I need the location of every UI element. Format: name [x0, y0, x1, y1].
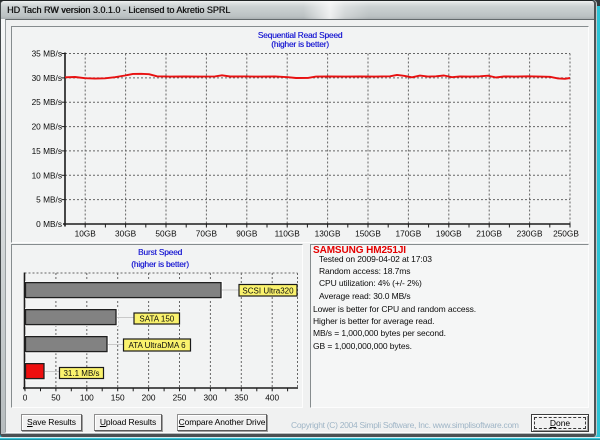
svg-text:50: 50	[51, 393, 61, 403]
svg-text:230GB: 230GB	[517, 229, 543, 239]
svg-text:170GB: 170GB	[395, 229, 421, 239]
svg-text:0: 0	[23, 393, 28, 403]
svg-text:100: 100	[80, 393, 94, 403]
svg-text:15 MB/s: 15 MB/s	[32, 146, 62, 156]
svg-text:31.1 MB/s: 31.1 MB/s	[63, 369, 99, 378]
svg-text:SATA 150: SATA 150	[139, 315, 174, 324]
svg-text:0 MB/s: 0 MB/s	[36, 219, 62, 229]
svg-text:250GB: 250GB	[553, 229, 579, 239]
svg-text:190GB: 190GB	[436, 229, 462, 239]
svg-text:10 MB/s: 10 MB/s	[32, 170, 62, 180]
svg-text:5 MB/s: 5 MB/s	[36, 195, 62, 205]
svg-text:30 MB/s: 30 MB/s	[32, 73, 62, 83]
svg-text:200: 200	[142, 393, 156, 403]
svg-text:150GB: 150GB	[355, 229, 381, 239]
svg-text:350: 350	[234, 393, 248, 403]
svg-text:35 MB/s: 35 MB/s	[32, 49, 62, 59]
svg-text:130GB: 130GB	[315, 229, 341, 239]
svg-text:90GB: 90GB	[236, 229, 258, 239]
svg-text:110GB: 110GB	[275, 229, 301, 239]
svg-text:10GB: 10GB	[75, 229, 97, 239]
svg-text:ATA UltraDMA 6: ATA UltraDMA 6	[128, 341, 186, 350]
svg-text:25 MB/s: 25 MB/s	[32, 97, 62, 107]
svg-text:30GB: 30GB	[115, 229, 137, 239]
svg-text:300: 300	[203, 393, 217, 403]
svg-text:250: 250	[173, 393, 187, 403]
svg-text:50GB: 50GB	[155, 229, 177, 239]
svg-text:210GB: 210GB	[476, 229, 502, 239]
svg-text:SCSI Ultra320: SCSI Ultra320	[242, 286, 294, 295]
svg-text:150: 150	[111, 393, 125, 403]
svg-text:20 MB/s: 20 MB/s	[32, 122, 62, 132]
svg-text:400: 400	[265, 393, 279, 403]
svg-text:70GB: 70GB	[196, 229, 218, 239]
